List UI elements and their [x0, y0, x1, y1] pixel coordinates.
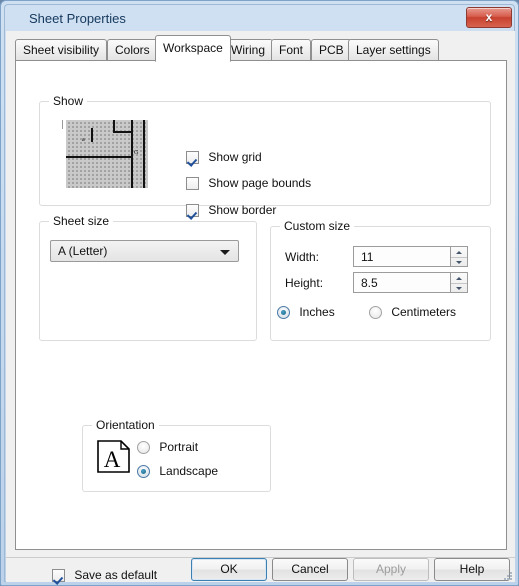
width-value: 11: [361, 250, 374, 264]
height-stepper[interactable]: 8.5: [353, 272, 468, 293]
radio-circle-icon: [137, 441, 150, 454]
radio-circle-icon: [277, 306, 290, 319]
tab-strip: Sheet visibility Colors Workspace Wiring…: [15, 35, 507, 62]
checkbox-box-icon: [186, 204, 199, 217]
sheet-preview-thumbnail: a G: [62, 120, 148, 197]
tab-sheet-visibility[interactable]: Sheet visibility: [15, 39, 108, 61]
orientation-group-title: Orientation: [92, 418, 159, 432]
sheet-size-group-title: Sheet size: [49, 214, 114, 228]
tab-label: Font: [279, 43, 304, 57]
checkbox-show-page-bounds[interactable]: Show page bounds: [186, 176, 311, 190]
radio-label: Landscape: [159, 464, 219, 478]
dialog-window: Sheet Properties x Sheet visibility Colo…: [0, 0, 519, 586]
custom-size-group: Custom size Width: 11 Height: 8.5 Inches…: [270, 219, 491, 341]
ok-button[interactable]: OK: [191, 558, 267, 581]
width-stepper[interactable]: 11: [353, 246, 468, 267]
radio-label: Centimeters: [391, 305, 457, 319]
resize-grip[interactable]: [503, 572, 513, 582]
checkbox-label: Show page bounds: [208, 176, 312, 190]
spin-down-icon[interactable]: [451, 258, 467, 268]
dialog-client-area: Sheet visibility Colors Workspace Wiring…: [6, 31, 515, 582]
tab-label: Colors: [115, 43, 150, 57]
preview-tail-line: [62, 120, 63, 129]
tab-layer-settings[interactable]: Layer settings: [348, 39, 439, 61]
tab-label: Sheet visibility: [23, 43, 100, 57]
preview-label-b: G: [134, 150, 139, 156]
sheet-size-selected-value: A (Letter): [58, 244, 108, 258]
svg-text:A: A: [104, 447, 121, 472]
height-label: Height:: [285, 276, 324, 290]
chevron-down-icon: [220, 250, 230, 255]
height-input[interactable]: 8.5: [353, 272, 451, 293]
radio-portrait[interactable]: Portrait: [137, 440, 198, 454]
sheet-preview-canvas: a G: [66, 120, 148, 188]
help-button[interactable]: Help: [434, 558, 510, 581]
spin-up-icon[interactable]: [451, 247, 467, 257]
tab-workspace[interactable]: Workspace: [155, 35, 231, 62]
width-input[interactable]: 11: [353, 246, 451, 267]
sheet-size-select[interactable]: A (Letter): [50, 240, 239, 262]
checkbox-box-icon: [186, 151, 199, 164]
radio-circle-icon: [369, 306, 382, 319]
radio-inches[interactable]: Inches: [277, 305, 335, 319]
height-value: 8.5: [361, 276, 378, 290]
tab-panel-workspace: Show a G Show grid Show page bounds Show…: [15, 60, 507, 582]
custom-size-group-title: Custom size: [280, 219, 355, 233]
tab-label: PCB: [319, 43, 344, 57]
tab-colors[interactable]: Colors: [107, 39, 158, 61]
apply-button[interactable]: Apply: [353, 558, 429, 581]
dialog-footer: OK Cancel Apply Help: [6, 558, 515, 582]
radio-label: Inches: [299, 305, 335, 319]
tab-label: Workspace: [163, 41, 223, 55]
sheet-size-group: Sheet size A (Letter) Orientation A Port…: [39, 214, 271, 492]
preview-border-line: [143, 120, 145, 188]
spin-up-icon[interactable]: [451, 273, 467, 283]
preview-border-line: [131, 120, 133, 188]
tab-label: Layer settings: [356, 43, 431, 57]
title-bar[interactable]: Sheet Properties x: [5, 5, 516, 31]
preview-line: [113, 131, 132, 133]
preview-line: [66, 156, 132, 158]
show-group: Show a G Show grid Show page bounds Show…: [39, 94, 491, 217]
preview-line: [91, 128, 93, 142]
checkbox-label: Show border: [208, 203, 277, 217]
orientation-group: Orientation A Portrait Landscape: [82, 418, 271, 492]
radio-circle-icon: [137, 465, 150, 478]
page-letter-a-icon: A: [97, 440, 130, 473]
tab-font[interactable]: Font: [271, 39, 312, 61]
close-button[interactable]: x: [466, 7, 512, 28]
radio-landscape[interactable]: Landscape: [137, 464, 218, 478]
tab-label: Wiring: [231, 43, 266, 57]
spin-down-icon[interactable]: [451, 284, 467, 294]
checkbox-show-grid[interactable]: Show grid: [186, 150, 262, 164]
tab-pcb[interactable]: PCB: [311, 39, 352, 61]
radio-label: Portrait: [159, 440, 199, 454]
cancel-button[interactable]: Cancel: [272, 558, 348, 581]
width-label: Width:: [285, 250, 320, 264]
checkbox-box-icon: [186, 177, 199, 190]
window-title: Sheet Properties: [29, 11, 126, 26]
height-spin-buttons[interactable]: [451, 272, 468, 293]
radio-centimeters[interactable]: Centimeters: [369, 305, 456, 319]
checkbox-show-border[interactable]: Show border: [186, 203, 276, 217]
checkbox-label: Show grid: [208, 150, 262, 164]
show-group-title: Show: [49, 94, 88, 108]
close-icon: x: [485, 10, 493, 24]
preview-label-a: a: [82, 137, 85, 143]
width-spin-buttons[interactable]: [451, 246, 468, 267]
